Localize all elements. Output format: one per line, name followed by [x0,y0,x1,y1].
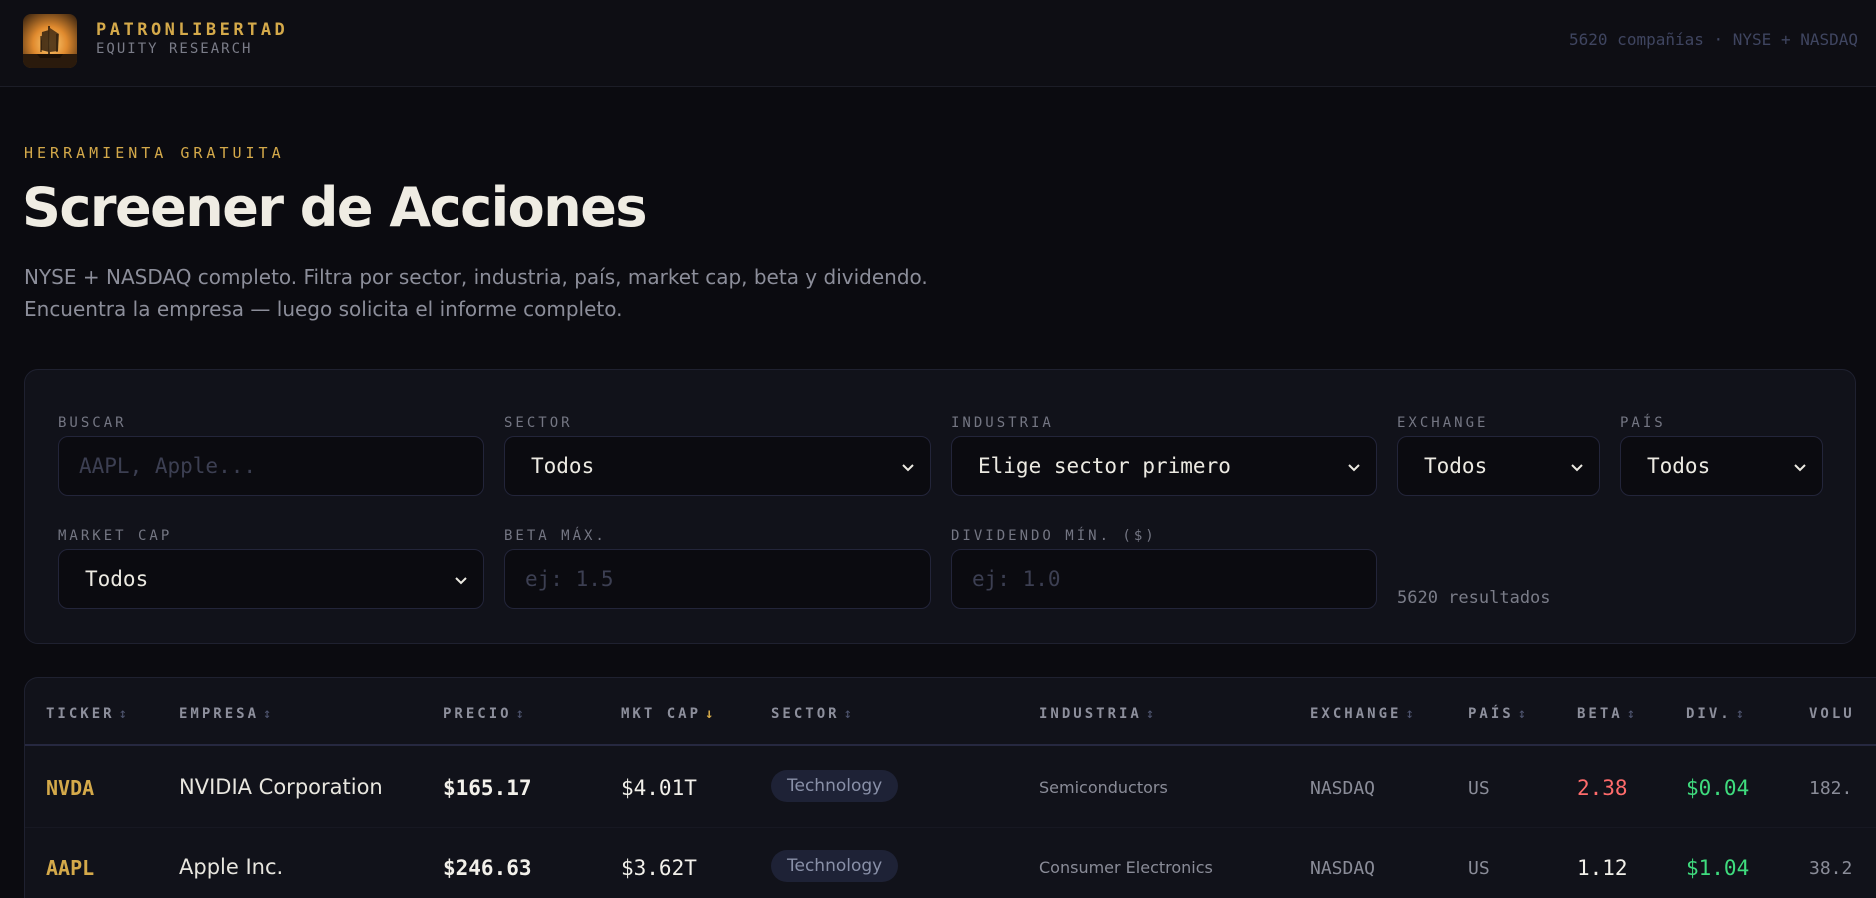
sector-select[interactable]: Todos [504,436,931,496]
market-cap-select-value: Todos [85,567,149,591]
column-header-label: PRECIO [443,706,512,722]
exchange-select[interactable]: Todos [1397,436,1600,496]
mktcap-cell: $4.01T [621,776,697,800]
beta-cell: 2.38 [1577,776,1628,800]
column-header-volume[interactable]: VOLU [1809,706,1855,722]
top-bar: PATRONLIBERTAD EQUITY RESEARCH 5620 comp… [0,0,1876,87]
exchange-cell: NASDAQ [1310,778,1376,799]
sort-icon: ↕ [118,706,128,722]
chevron-down-icon [455,577,467,585]
ticker-cell[interactable]: NVDA [46,776,94,800]
table-header: TICKER ↕ EMPRESA ↕ PRECIO ↕ MKT CAP ↓ SECTOR… [25,678,1876,746]
column-header-label: DIV. [1686,706,1732,722]
column-header-label: EMPRESA [179,706,260,722]
dividend-cell: $0.04 [1686,776,1750,800]
column-header-label: TICKER [46,706,115,722]
industry-label: INDUSTRIA [951,415,1054,431]
sort-icon: ↕ [1517,706,1527,722]
column-header-div[interactable]: DIV. ↕ [1686,706,1744,722]
dividend-min-label: DIVIDENDO MÍN. ($) [951,528,1157,544]
brand-name[interactable]: PATRONLIBERTAD [96,20,288,40]
hero-description-line-1: NYSE + NASDAQ completo. Filtra por secto… [24,265,928,289]
column-header-beta[interactable]: BETA ↕ [1577,706,1635,722]
hero-eyebrow: HERRAMIENTA GRATUITA [24,144,285,162]
chevron-down-icon [1794,464,1806,472]
column-header-price[interactable]: PRECIO ↕ [443,706,524,722]
exchange-select-value: Todos [1424,454,1488,478]
column-header-label: PAÍS [1468,706,1514,722]
industry-select[interactable]: Elige sector primero [951,436,1377,496]
column-header-sector[interactable]: SECTOR ↕ [771,706,852,722]
page-title: Screener de Acciones [22,176,648,239]
column-header-exchange[interactable]: EXCHANGE ↕ [1310,706,1414,722]
mktcap-cell: $3.62T [621,856,697,880]
industry-cell: Semiconductors [1039,778,1168,797]
country-cell: US [1468,858,1490,879]
sector-label: SECTOR [504,415,573,431]
brand-logo[interactable] [23,14,77,68]
sort-icon: ↕ [1405,706,1414,722]
industry-cell: Consumer Electronics [1039,858,1213,877]
ship-logo-icon [23,14,77,68]
table-row[interactable]: NVDA NVIDIA Corporation $165.17 $4.01T T… [25,748,1876,828]
company-count-info: 5620 compañías · NYSE + NASDAQ [1569,30,1858,49]
market-cap-select[interactable]: Todos [58,549,484,609]
hero-description-line-2: Encuentra la empresa — luego solicita el… [24,297,623,321]
column-header-industry[interactable]: INDUSTRIA ↕ [1039,706,1154,722]
sector-select-value: Todos [531,454,595,478]
volume-cell: 38.2 [1809,858,1853,879]
dividend-min-input[interactable]: ej: 1.0 [951,549,1377,609]
industry-select-value: Elige sector primero [978,454,1231,478]
sort-icon: ↕ [843,706,853,722]
country-cell: US [1468,778,1490,799]
filter-panel: BUSCAR SECTOR INDUSTRIA EXCHANGE PAÍS AA… [24,369,1856,644]
country-select[interactable]: Todos [1620,436,1823,496]
volume-cell: 182. [1809,778,1853,799]
beta-max-label: BETA MÁX. [504,528,607,544]
sort-active-icon: ↓ [705,706,714,722]
company-cell: Apple Inc. [179,855,284,879]
brand-subtitle: EQUITY RESEARCH [96,41,253,57]
price-cell: $246.63 [443,856,532,880]
column-header-label: INDUSTRIA [1039,706,1142,722]
beta-cell: 1.12 [1577,856,1628,880]
chevron-down-icon [902,464,914,472]
country-label: PAÍS [1620,415,1666,431]
dividend-cell: $1.04 [1686,856,1750,880]
exchange-cell: NASDAQ [1310,858,1376,879]
results-count: 5620 resultados [1397,588,1551,608]
search-input[interactable]: AAPL, Apple... [58,436,484,496]
chevron-down-icon [1348,464,1360,472]
company-cell: NVIDIA Corporation [179,775,383,799]
beta-max-input[interactable]: ej: 1.5 [504,549,931,609]
search-label: BUSCAR [58,415,127,431]
hero-description: NYSE + NASDAQ completo. Filtra por secto… [24,261,928,325]
country-select-value: Todos [1647,454,1711,478]
table-row[interactable]: AAPL Apple Inc. $246.63 $3.62T Technolog… [25,828,1876,898]
ticker-cell[interactable]: AAPL [46,856,94,880]
market-cap-label: MARKET CAP [58,528,173,544]
column-header-mktcap[interactable]: MKT CAP ↓ [621,706,713,722]
sort-icon: ↕ [1735,706,1745,722]
results-table: TICKER ↕ EMPRESA ↕ PRECIO ↕ MKT CAP ↓ SECTOR… [24,677,1876,898]
column-header-ticker[interactable]: TICKER ↕ [46,706,127,722]
column-header-label: VOLU [1809,706,1855,722]
column-header-country[interactable]: PAÍS ↕ [1468,706,1526,722]
column-header-label: SECTOR [771,706,840,722]
column-header-label: EXCHANGE [1310,706,1402,722]
sector-badge: Technology [771,850,899,882]
sort-icon: ↕ [1145,706,1155,722]
sort-icon: ↕ [515,706,525,722]
sort-icon: ↕ [1626,706,1636,722]
column-header-company[interactable]: EMPRESA ↕ [179,706,271,722]
column-header-label: BETA [1577,706,1623,722]
price-cell: $165.17 [443,776,532,800]
exchange-label: EXCHANGE [1397,415,1489,431]
sector-badge: Technology [771,770,899,802]
column-header-label: MKT CAP [621,706,702,722]
sort-icon: ↕ [263,706,272,722]
chevron-down-icon [1571,464,1583,472]
